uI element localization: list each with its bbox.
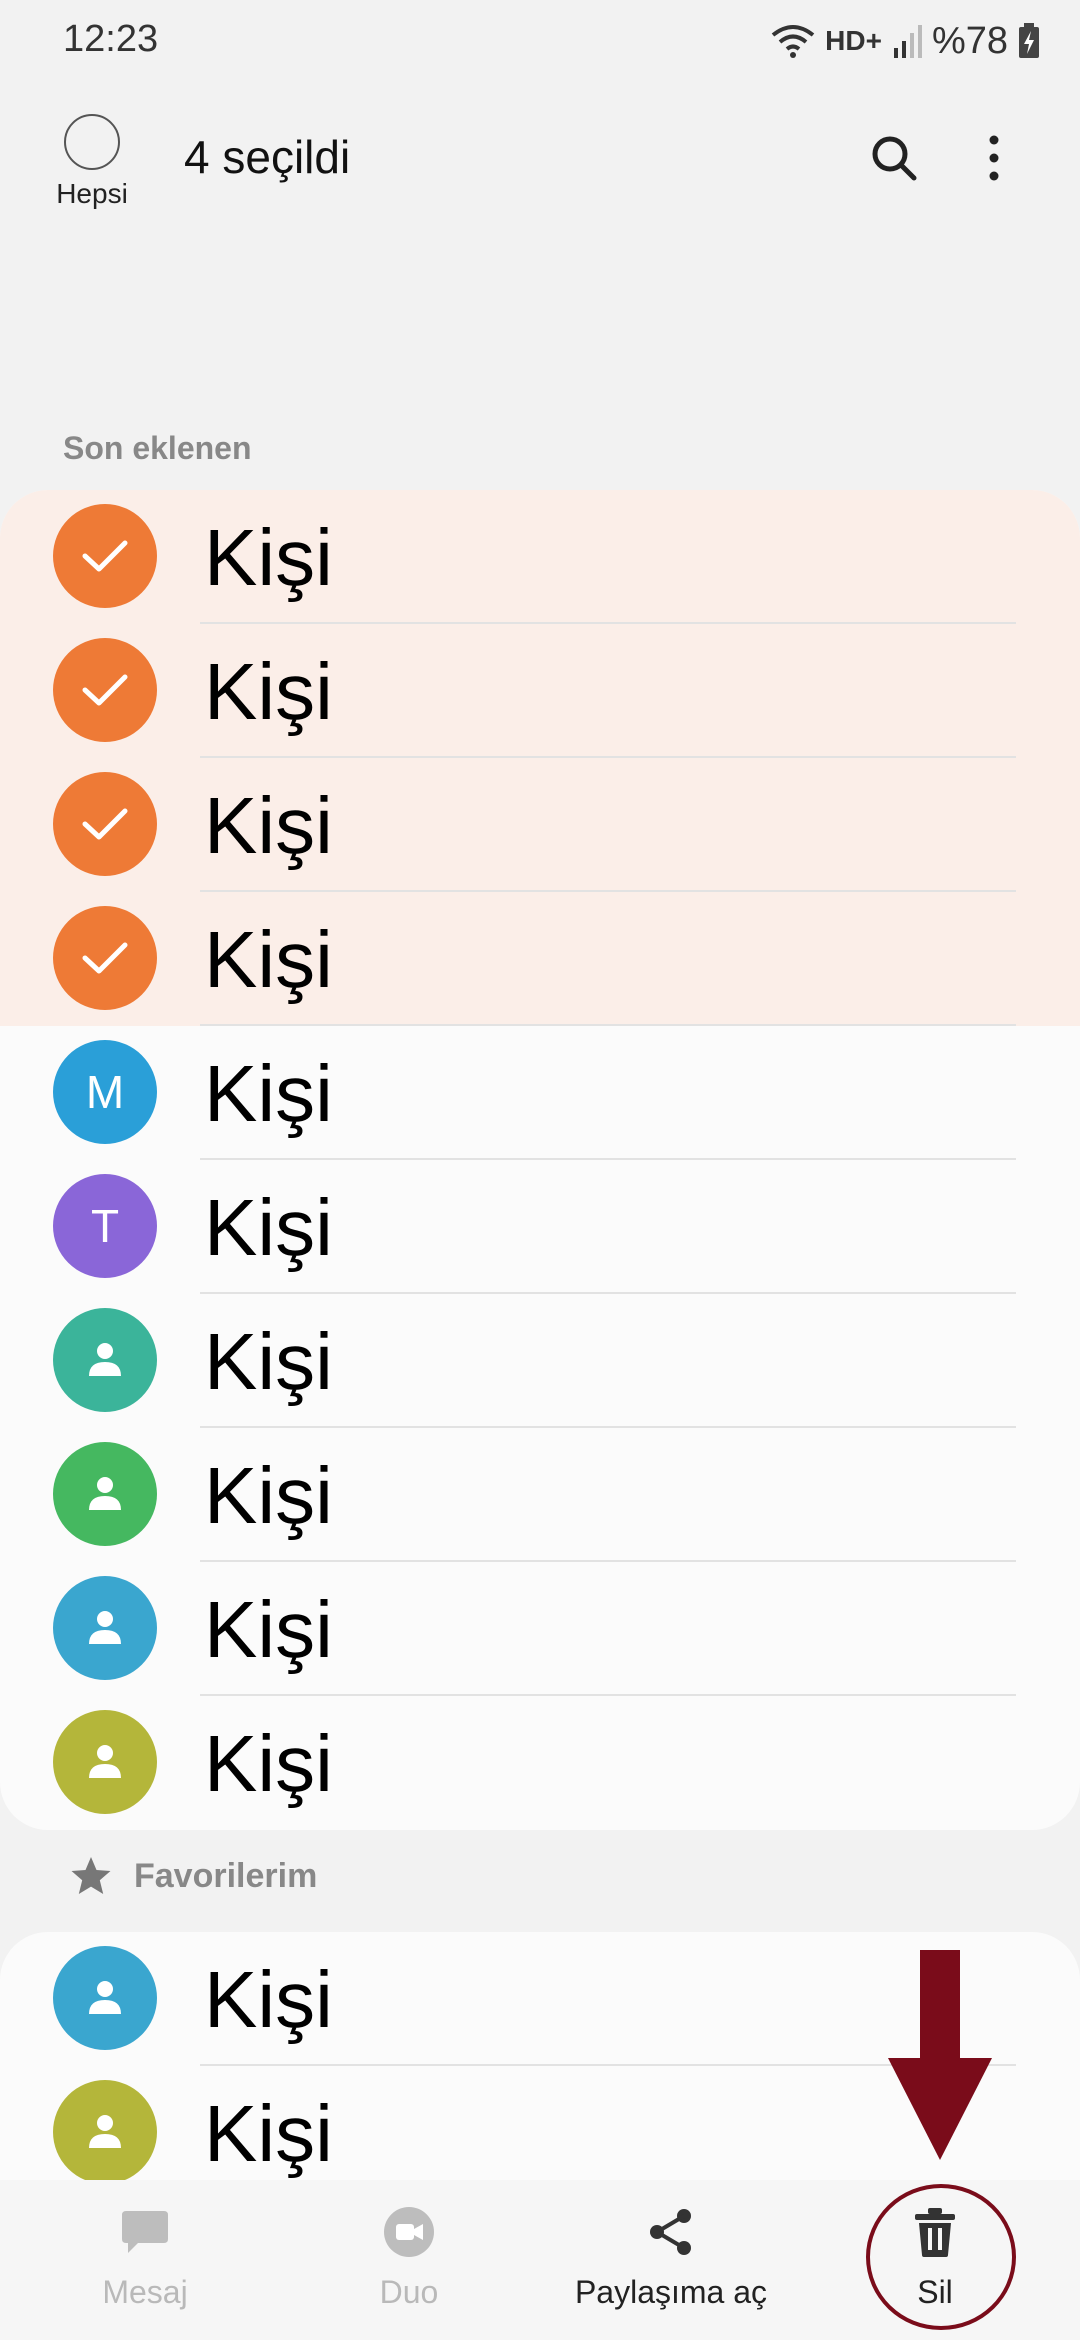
battery-charging-icon [1019, 23, 1039, 58]
person-icon [89, 1477, 121, 1510]
signal-icon [893, 25, 922, 58]
contact-row[interactable]: Kişi [0, 624, 1080, 758]
share-icon [650, 2209, 691, 2255]
contact-row[interactable]: T Kişi [0, 1160, 1080, 1294]
initial-avatar[interactable]: M [53, 1040, 157, 1144]
status-icons: HD+ %78 [771, 16, 1040, 66]
message-label: Mesaj [102, 2274, 188, 2310]
select-all-checkbox[interactable]: Hepsi [50, 114, 134, 210]
person-icon [89, 2115, 121, 2148]
person-avatar[interactable] [53, 2080, 157, 2184]
status-time: 12:23 [63, 18, 159, 60]
check-icon [82, 540, 128, 572]
check-icon [82, 674, 128, 706]
favorites-header: Favorilerim [70, 1856, 317, 1896]
section-title-recent: Son eklenen [63, 430, 252, 466]
selected-check-avatar[interactable] [53, 772, 157, 876]
contact-row[interactable]: M Kişi [0, 1026, 1080, 1160]
share-label: Paylaşıma aç [574, 2274, 768, 2310]
duo-label: Duo [379, 2274, 439, 2310]
check-icon [82, 942, 128, 974]
contact-row[interactable]: Kişi [0, 1696, 1080, 1830]
contact-row[interactable]: Kişi [0, 490, 1080, 624]
person-icon [89, 1981, 121, 2014]
contact-name: Kişi [204, 1317, 333, 1406]
contact-row[interactable]: Kişi [0, 1428, 1080, 1562]
contact-row[interactable]: Kişi [0, 1294, 1080, 1428]
contact-row[interactable]: Kişi [0, 892, 1080, 1026]
person-icon [89, 1745, 121, 1778]
contact-name: Kişi [204, 1049, 333, 1138]
selected-check-avatar[interactable] [53, 906, 157, 1010]
more-options-icon[interactable] [982, 130, 1006, 186]
duo-button[interactable]: Duo [274, 2200, 544, 2311]
contact-name: Kişi [204, 1955, 333, 2044]
recent-contacts-list: Kişi Kişi Kişi Kişi M Kişi T Kişi Kişi Kişi Kişi Ki… [0, 490, 1080, 1830]
battery-percent: %78 [931, 19, 1008, 62]
selected-check-avatar[interactable] [53, 638, 157, 742]
contact-name: Kişi [204, 1183, 333, 1272]
contact-name: Kişi [204, 781, 333, 870]
check-icon [82, 808, 128, 840]
share-button[interactable]: Paylaşıma aç [536, 2200, 806, 2311]
person-avatar[interactable] [53, 1576, 157, 1680]
contact-name: Kişi [204, 1585, 333, 1674]
person-avatar[interactable] [53, 1946, 157, 2050]
annotation-arrow [888, 1950, 992, 2160]
star-icon [71, 1857, 111, 1894]
select-all-circle [64, 114, 120, 170]
contact-name: Kişi [204, 647, 333, 736]
contact-name: Kişi [204, 513, 333, 602]
annotation-circle [866, 2184, 1016, 2330]
status-bar: 12:23 HD+ %78 [0, 0, 1080, 84]
initial-avatar[interactable]: T [53, 1174, 157, 1278]
person-avatar[interactable] [53, 1710, 157, 1814]
section-title-favorites: Favorilerim [134, 1856, 318, 1895]
selection-toolbar: Hepsi 4 seçildi [0, 100, 1080, 220]
person-icon [89, 1343, 121, 1376]
selected-count-title: 4 seçildi [184, 131, 351, 183]
contact-name: Kişi [204, 1451, 333, 1540]
select-all-label: Hepsi [56, 178, 128, 209]
network-type: HD+ [825, 25, 882, 56]
person-avatar[interactable] [53, 1308, 157, 1412]
search-icon[interactable] [866, 130, 922, 186]
contact-row[interactable]: Kişi [0, 758, 1080, 892]
person-avatar[interactable] [53, 1442, 157, 1546]
contact-row[interactable]: Kişi [0, 1562, 1080, 1696]
contact-name: Kişi [204, 2089, 333, 2178]
contact-name: Kişi [204, 915, 333, 1004]
wifi-icon [771, 25, 815, 58]
message-icon [122, 2211, 168, 2253]
video-call-icon [384, 2207, 434, 2257]
person-icon [89, 1611, 121, 1644]
selected-check-avatar[interactable] [53, 504, 157, 608]
contact-name: Kişi [204, 1719, 333, 1808]
message-button[interactable]: Mesaj [10, 2200, 280, 2311]
